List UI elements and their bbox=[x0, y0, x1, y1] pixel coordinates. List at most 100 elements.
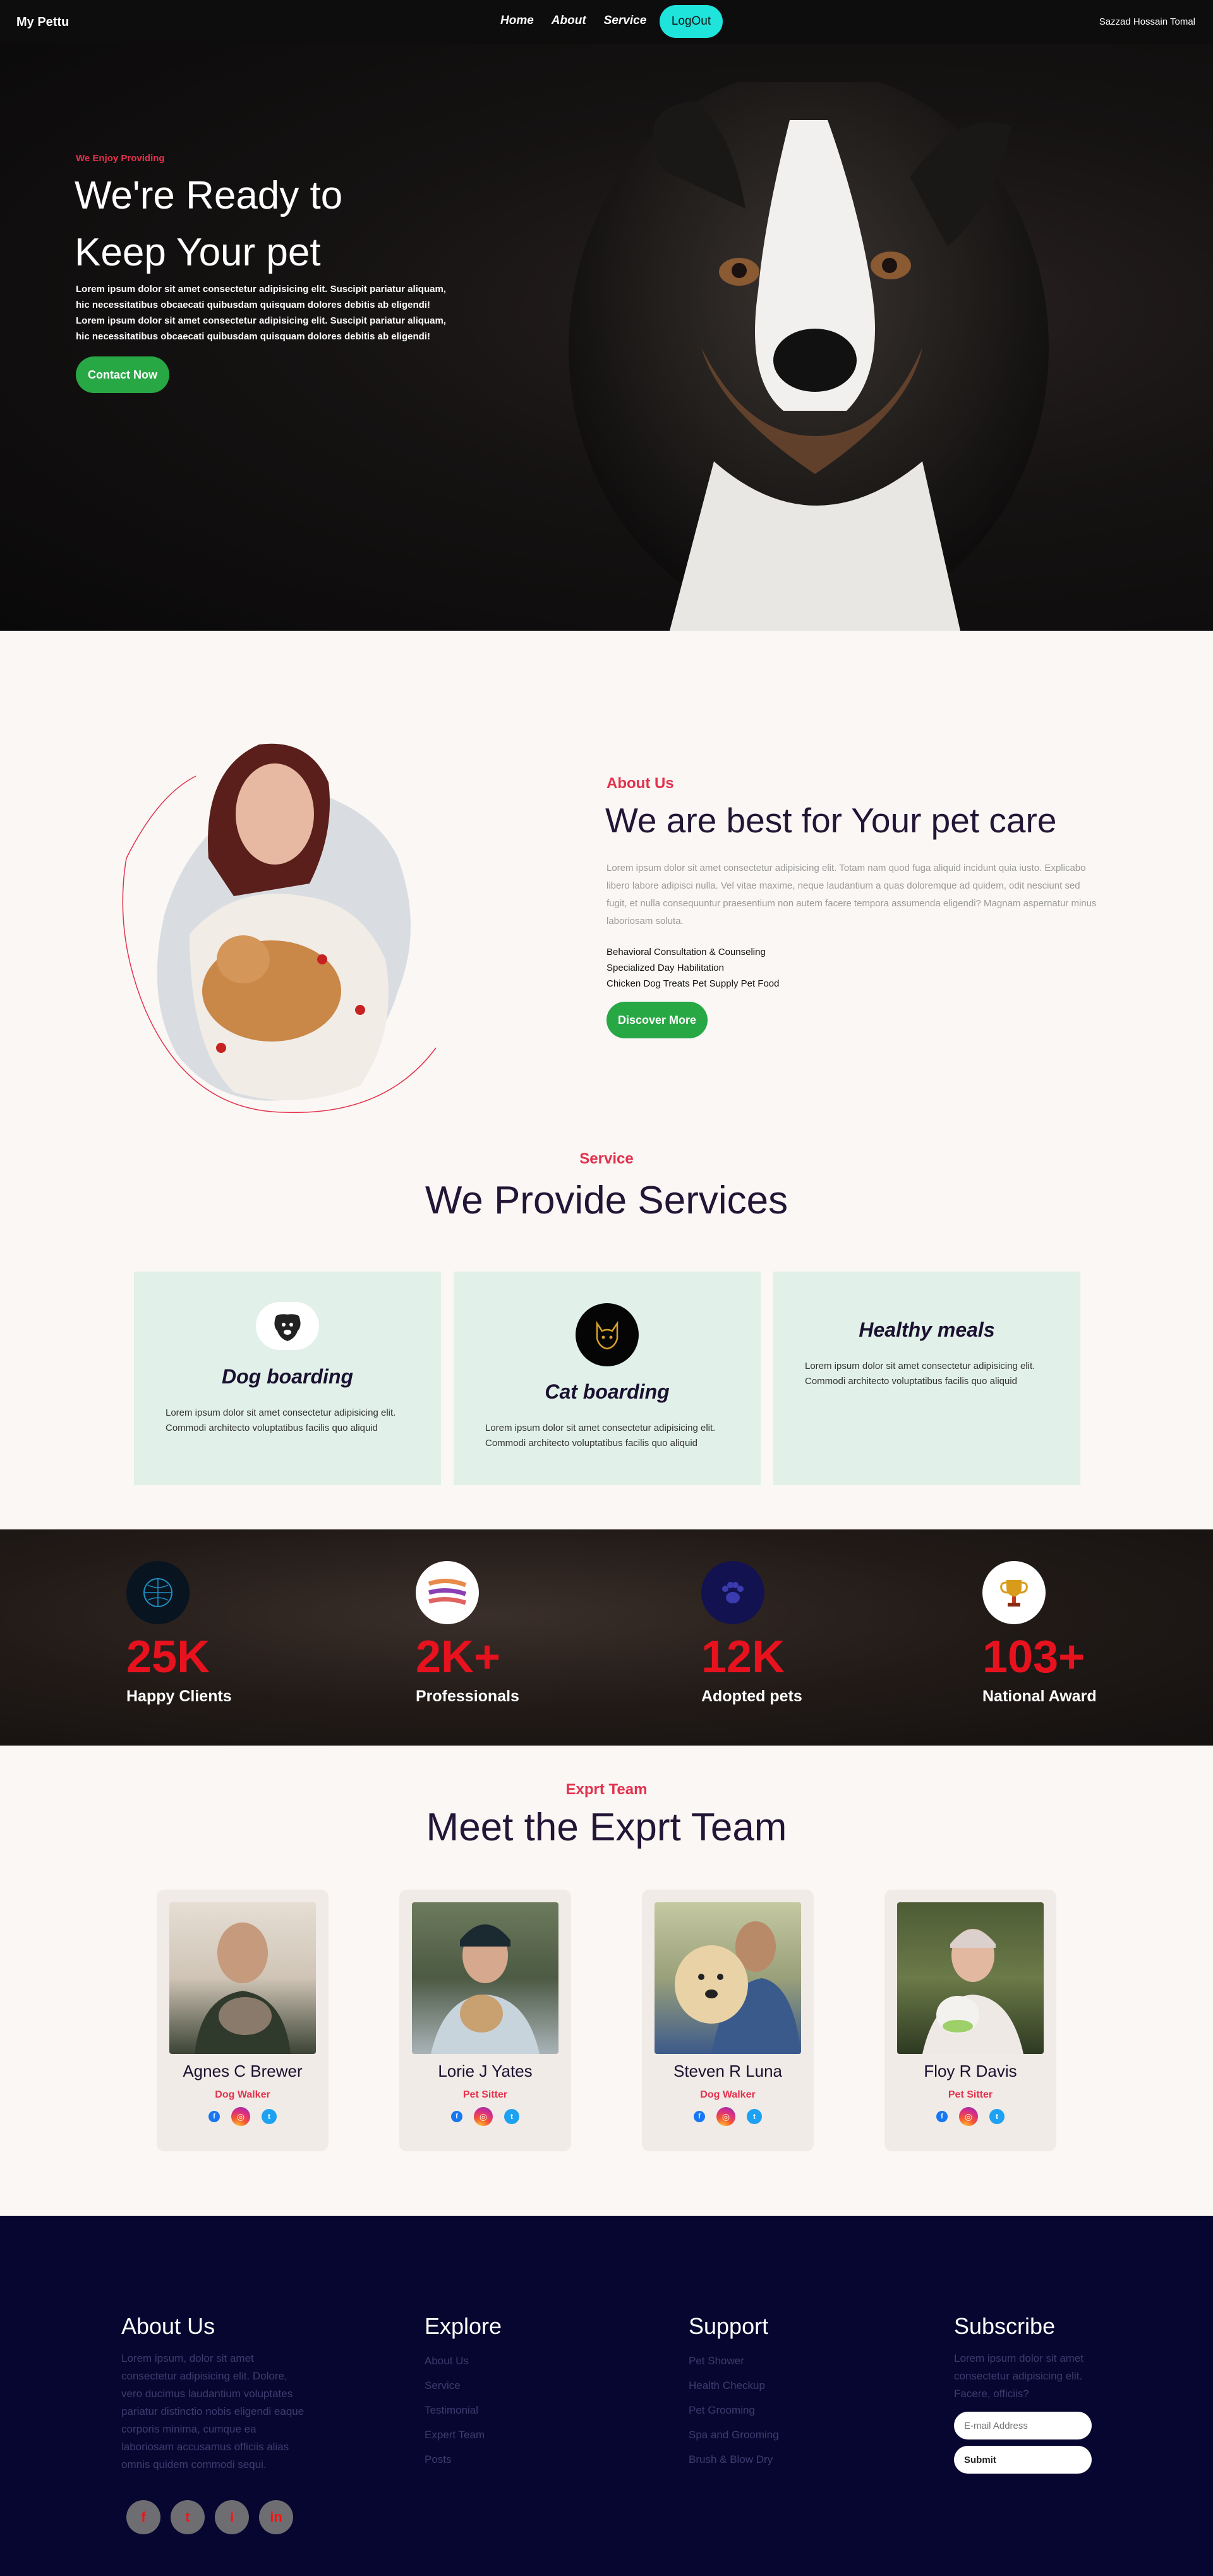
facebook-icon[interactable]: f bbox=[208, 2111, 220, 2122]
stat-professionals: 2K+ Professionals bbox=[416, 1561, 605, 1706]
about-title: We are best for Your pet care bbox=[605, 801, 1057, 840]
facebook-icon[interactable]: f bbox=[694, 2111, 705, 2122]
footer-explore-title: Explore bbox=[425, 2313, 502, 2339]
stats-section: 25K Happy Clients 2K+ Professionals 12K … bbox=[0, 1529, 1213, 1746]
hero-eyebrow: We Enjoy Providing bbox=[76, 153, 165, 164]
footer-link-brush-blow-dry[interactable]: Brush & Blow Dry bbox=[689, 2447, 779, 2472]
logout-button[interactable]: LogOut bbox=[660, 5, 723, 38]
footer-about-title: About Us bbox=[121, 2313, 215, 2339]
team-member-name: Steven R Luna bbox=[673, 2062, 782, 2081]
hero-description: Lorem ipsum dolor sit amet consectetur a… bbox=[76, 284, 446, 342]
footer-link-expert-team[interactable]: Expert Team bbox=[425, 2422, 502, 2447]
paw-icon bbox=[701, 1561, 764, 1624]
team-member-photo bbox=[169, 1902, 316, 2054]
team-member-name: Agnes C Brewer bbox=[183, 2062, 303, 2081]
contact-now-button[interactable]: Contact Now bbox=[76, 356, 169, 393]
facebook-icon[interactable]: f bbox=[126, 2500, 160, 2534]
footer-link-about-us[interactable]: About Us bbox=[425, 2348, 502, 2373]
footer-subscribe-column: Subscribe Lorem ipsum dolor sit amet con… bbox=[954, 2313, 1099, 2474]
stat-value: 25K bbox=[126, 1632, 210, 1682]
team-eyebrow: Exprt Team bbox=[565, 1781, 648, 1798]
team-card: Floy R Davis Pet Sitter f ◎ t bbox=[884, 1890, 1056, 2151]
hero-section: We Enjoy Providing We're Ready to Keep Yo… bbox=[0, 44, 1213, 631]
team-card: Agnes C Brewer Dog Walker f ◎ t bbox=[157, 1890, 329, 2151]
footer-link-pet-shower[interactable]: Pet Shower bbox=[689, 2348, 779, 2373]
discover-more-button[interactable]: Discover More bbox=[606, 1002, 708, 1038]
team-member-name: Lorie J Yates bbox=[438, 2062, 533, 2081]
nav-link-home[interactable]: Home bbox=[500, 14, 534, 28]
service-description: Lorem ipsum dolor sit amet consectetur a… bbox=[485, 1423, 716, 1449]
team-socials: f ◎ t bbox=[399, 2107, 571, 2126]
footer-link-pet-grooming[interactable]: Pet Grooming bbox=[689, 2398, 779, 2422]
about-woman-with-dog-image bbox=[122, 743, 437, 1114]
stat-happy-clients: 25K Happy Clients bbox=[126, 1561, 316, 1706]
about-feature-item: Specialized Day Habilitation bbox=[606, 963, 724, 973]
stat-label: Professionals bbox=[416, 1687, 519, 1705]
about-feature-item: Behavioral Consultation & Counseling bbox=[606, 947, 766, 957]
footer-about-text: Lorem ipsum, dolor sit amet consectetur … bbox=[121, 2352, 305, 2470]
nav-link-service[interactable]: Service bbox=[604, 14, 647, 28]
team-socials: f ◎ t bbox=[884, 2107, 1056, 2126]
footer-subscribe-title: Subscribe bbox=[954, 2313, 1056, 2339]
submit-button[interactable]: Submit bbox=[954, 2446, 1092, 2474]
trophy-icon bbox=[982, 1561, 1046, 1624]
team-member-role: Dog Walker bbox=[215, 2089, 270, 2100]
footer-subscribe-text: Lorem ipsum dolor sit amet consectetur a… bbox=[954, 2352, 1084, 2400]
team-member-role: Pet Sitter bbox=[948, 2089, 993, 2100]
footer-link-service[interactable]: Service bbox=[425, 2373, 502, 2398]
stat-label: National Award bbox=[982, 1687, 1097, 1705]
team-member-role: Dog Walker bbox=[700, 2089, 756, 2100]
stat-national-award: 103+ National Award bbox=[982, 1561, 1172, 1706]
dog-head-icon bbox=[256, 1302, 319, 1350]
service-title: Dog boarding bbox=[222, 1365, 353, 1388]
twitter-icon[interactable]: t bbox=[171, 2500, 205, 2534]
instagram-icon[interactable]: i bbox=[215, 2500, 249, 2534]
team-card: Lorie J Yates Pet Sitter f ◎ t bbox=[399, 1890, 571, 2151]
team-card: Steven R Luna Dog Walker f ◎ t bbox=[642, 1890, 814, 2151]
footer-link-spa-grooming[interactable]: Spa and Grooming bbox=[689, 2422, 779, 2447]
stat-value: 2K+ bbox=[416, 1632, 501, 1682]
facebook-icon[interactable]: f bbox=[451, 2111, 462, 2122]
user-name: Sazzad Hossain Tomal bbox=[1099, 16, 1195, 27]
service-card-cat-boarding[interactable]: Cat boarding Lorem ipsum dolor sit amet … bbox=[454, 1272, 761, 1485]
footer-link-testimonial[interactable]: Testimonial bbox=[425, 2398, 502, 2422]
brand-logo[interactable]: My Pettu bbox=[16, 15, 69, 30]
hero-title: We're Ready to Keep Your pet bbox=[75, 167, 342, 281]
hero-dog-image bbox=[569, 82, 1049, 631]
instagram-icon[interactable]: ◎ bbox=[231, 2107, 250, 2126]
footer-link-health-checkup[interactable]: Health Checkup bbox=[689, 2373, 779, 2398]
nav-link-about[interactable]: About bbox=[552, 14, 586, 28]
service-card-dog-boarding[interactable]: Dog boarding Lorem ipsum dolor sit amet … bbox=[134, 1272, 441, 1485]
facebook-icon[interactable]: f bbox=[936, 2111, 948, 2122]
service-card-healthy-meals[interactable]: Healthy meals Lorem ipsum dolor sit amet… bbox=[773, 1272, 1080, 1485]
stat-label: Adopted pets bbox=[701, 1687, 802, 1705]
footer-link-posts[interactable]: Posts bbox=[425, 2447, 502, 2472]
instagram-icon[interactable]: ◎ bbox=[474, 2107, 493, 2126]
team-socials: f ◎ t bbox=[642, 2107, 814, 2126]
hero-title-line1: We're Ready to bbox=[75, 174, 343, 217]
twitter-icon[interactable]: t bbox=[747, 2109, 762, 2124]
stat-value: 12K bbox=[701, 1632, 785, 1682]
twitter-icon[interactable]: t bbox=[989, 2109, 1005, 2124]
footer-about-column: About Us Lorem ipsum, dolor sit amet con… bbox=[121, 2313, 305, 2474]
instagram-icon[interactable]: ◎ bbox=[959, 2107, 978, 2126]
stat-label: Happy Clients bbox=[126, 1687, 232, 1705]
email-field[interactable] bbox=[954, 2412, 1092, 2439]
service-title: Cat boarding bbox=[545, 1380, 670, 1403]
cat-head-icon bbox=[576, 1303, 639, 1366]
team-title: Meet the Exprt Team bbox=[426, 1806, 787, 1849]
team-socials: f ◎ t bbox=[157, 2107, 329, 2126]
twitter-icon[interactable]: t bbox=[504, 2109, 519, 2124]
team-member-photo bbox=[412, 1902, 558, 2054]
twitter-icon[interactable]: t bbox=[262, 2109, 277, 2124]
linkedin-icon[interactable]: in bbox=[259, 2500, 293, 2534]
stat-value: 103+ bbox=[982, 1632, 1085, 1682]
hero-title-line2: Keep Your pet bbox=[75, 231, 321, 274]
footer-explore-column: Explore About Us Service Testimonial Exp… bbox=[425, 2313, 502, 2472]
footer-support-column: Support Pet Shower Health Checkup Pet Gr… bbox=[689, 2313, 779, 2472]
instagram-icon[interactable]: ◎ bbox=[716, 2107, 735, 2126]
about-eyebrow: About Us bbox=[606, 775, 674, 792]
team-member-role: Pet Sitter bbox=[462, 2089, 508, 2100]
service-description: Lorem ipsum dolor sit amet consectetur a… bbox=[166, 1407, 396, 1433]
team-member-name: Floy R Davis bbox=[924, 2062, 1017, 2081]
